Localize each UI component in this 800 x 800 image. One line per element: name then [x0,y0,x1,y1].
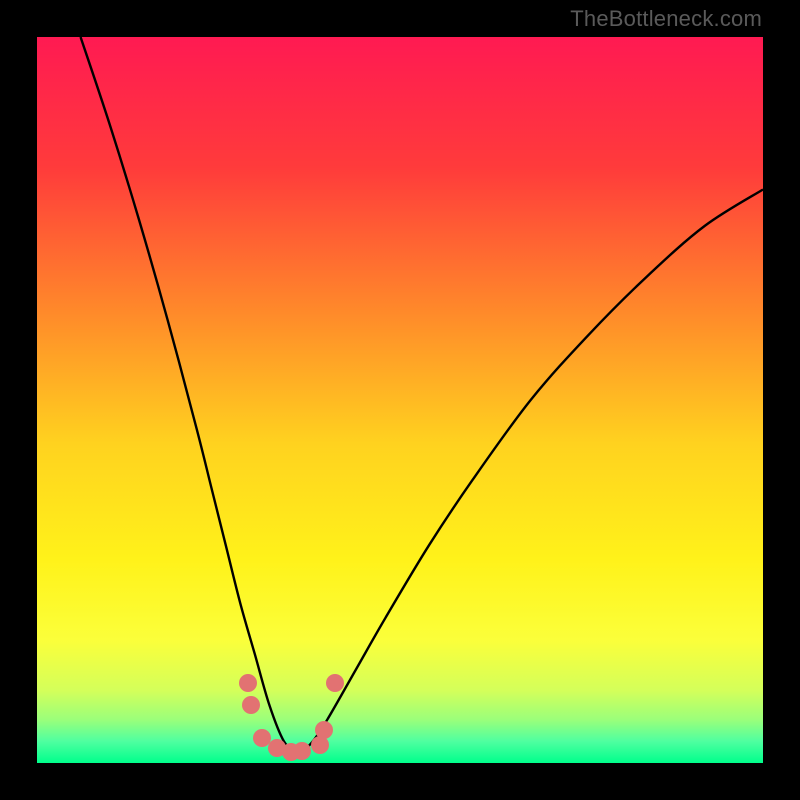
scatter-dot [326,674,344,692]
scatter-dot [239,674,257,692]
scatter-dot [242,696,260,714]
scatter-dot [293,742,311,760]
watermark-text: TheBottleneck.com [570,6,762,32]
chart-plot-area [37,37,763,763]
chart-scatter-dots [37,37,763,763]
scatter-dot [315,721,333,739]
